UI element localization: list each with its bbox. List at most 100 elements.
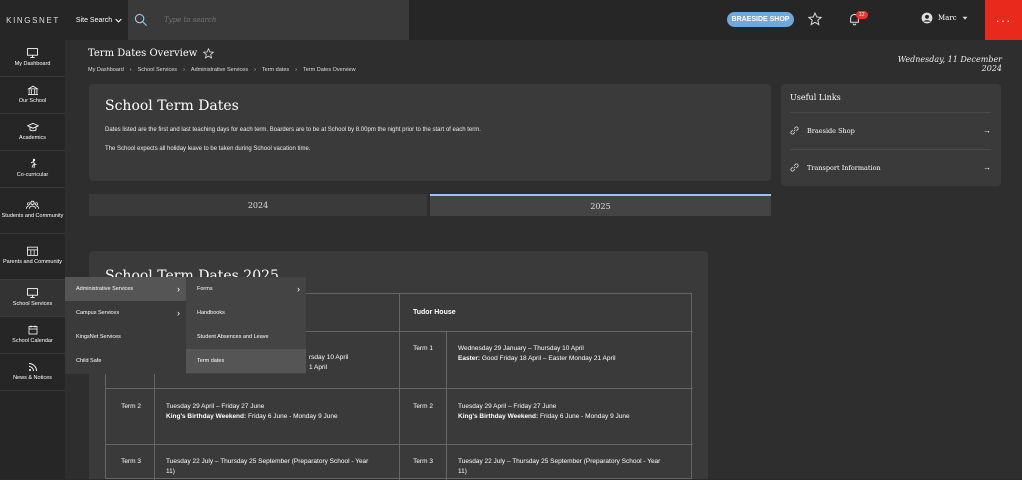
link-transport-information[interactable]: Transport Information →	[790, 149, 991, 185]
link-icon	[790, 126, 799, 135]
tab-2025[interactable]: 2025	[430, 194, 771, 216]
more-dots-icon: ···	[995, 12, 1012, 28]
menu-item-student-absences[interactable]: Student Absences and Leave	[186, 325, 306, 349]
user-menu[interactable]: Marc	[921, 12, 968, 24]
search-input[interactable]	[164, 16, 364, 24]
users-icon	[26, 201, 39, 210]
more-menu-button[interactable]: ···	[985, 0, 1022, 40]
calendar-grid-icon	[27, 247, 38, 257]
rss-icon	[28, 362, 37, 372]
table-cell-term: Term 2	[413, 403, 433, 410]
sidebar-item-school-services[interactable]: School Services	[0, 280, 65, 317]
graduation-cap-icon	[26, 122, 39, 132]
menu-item-forms[interactable]: Forms ›	[186, 277, 306, 301]
useful-links-card: Useful Links Braeside Shop → Transport I…	[781, 84, 1001, 186]
tab-2024[interactable]: 2024	[89, 194, 427, 216]
chevron-right-icon: ›	[297, 284, 300, 294]
table-cell: Tuesday 29 April – Friday 27 June King's…	[166, 403, 338, 420]
link-label: Transport Information	[807, 163, 881, 172]
running-icon	[30, 159, 37, 169]
current-date: Wednesday, 11 December 2024	[897, 55, 1002, 73]
breadcrumb-item[interactable]: Term dates	[262, 67, 289, 73]
search-bar	[128, 0, 409, 40]
site-search-dropdown[interactable]: Site Search	[66, 0, 132, 40]
chevron-right-icon: ›	[177, 308, 180, 318]
sidebar-item-label: Students and Community	[1, 213, 64, 220]
table-cell: rsday 10 April 1 April	[309, 354, 349, 371]
table-cell: Tuesday 22 July – Thursday 25 September …	[166, 458, 369, 475]
table-cell-term: Term 3	[121, 458, 141, 465]
user-name: Marc	[938, 14, 957, 22]
table-cell: Wednesday 29 January – Thursday 10 April…	[458, 345, 616, 362]
page-title-text: Term Dates Overview	[88, 48, 198, 59]
breadcrumb: My Dashboard › School Services › Administr…	[88, 67, 356, 73]
building-icon	[26, 85, 39, 95]
menu-item-administrative-services[interactable]: Administrative Services ›	[65, 277, 186, 301]
table-cell-term: Term 3	[413, 458, 433, 465]
sidebar-item-label: Co-curricular	[16, 172, 49, 179]
menu-item-campus-services[interactable]: Campus Services ›	[65, 301, 186, 325]
sidebar-item-label: Academics	[19, 134, 46, 141]
logo-text: KINGSNET	[6, 15, 60, 25]
sidebar-item-label: School Services	[12, 300, 53, 307]
logo[interactable]: KINGSNET	[0, 0, 66, 40]
arrow-right-icon: →	[983, 163, 991, 172]
table-cell: Tuesday 29 April – Friday 27 June King's…	[458, 403, 630, 420]
menu-item-handbooks[interactable]: Handbooks	[186, 301, 306, 325]
chevron-right-icon: ›	[183, 67, 185, 73]
site-search-label: Site Search	[75, 16, 113, 24]
chevron-right-icon: ›	[129, 67, 132, 73]
sidebar-item-my-dashboard[interactable]: My Dashboard	[0, 40, 65, 77]
sidebar-item-label: My Dashboard	[14, 60, 51, 67]
star-icon[interactable]	[808, 12, 822, 26]
breadcrumb-item: Term Dates Overview	[302, 67, 356, 73]
useful-links-heading: Useful Links	[790, 93, 841, 102]
chevron-right-icon: ›	[177, 284, 180, 294]
search-icon[interactable]	[134, 13, 148, 27]
menu-item-child-safe[interactable]: Child Safe	[65, 349, 186, 373]
sidebar-item-parents-and-community[interactable]: Parents and Community	[0, 234, 65, 280]
sidebar-item-label: Our School	[18, 97, 47, 104]
flyout-column-primary: Administrative Services › Campus Services…	[65, 277, 186, 374]
monitor-icon	[27, 288, 38, 298]
user-avatar-icon	[921, 12, 933, 24]
chevron-right-icon: ›	[295, 67, 297, 73]
sidebar-item-students-and-community[interactable]: Students and Community	[0, 188, 65, 234]
breadcrumb-item[interactable]: Administrative Services	[191, 67, 248, 73]
intro-paragraph: The School expects all holiday leave to …	[105, 146, 311, 152]
sidebar-item-school-calendar[interactable]: School Calendar	[0, 317, 65, 354]
calendar-icon	[28, 325, 37, 335]
school-services-flyout: Administrative Services › Campus Services…	[65, 277, 306, 374]
intro-heading: School Term Dates	[105, 98, 239, 114]
table-cell: Tuesday 22 July – Thursday 25 September …	[458, 458, 661, 475]
breadcrumb-item[interactable]: School Services	[138, 67, 177, 73]
intro-paragraph: Dates listed are the first and last teac…	[105, 127, 481, 133]
monitor-icon	[27, 48, 38, 58]
sidebar-item-co-curricular[interactable]: Co-curricular	[0, 151, 65, 188]
sidebar-item-news-notices[interactable]: News & Notices	[0, 354, 65, 391]
breadcrumb-item[interactable]: My Dashboard	[88, 67, 124, 73]
sidebar-item-our-school[interactable]: Our School	[0, 77, 65, 114]
link-braeside-shop[interactable]: Braeside Shop →	[790, 112, 991, 148]
menu-item-term-dates[interactable]: Term dates	[186, 349, 306, 373]
link-icon	[790, 163, 799, 172]
braeside-shop-button[interactable]: BRAESIDE SHOP	[727, 12, 794, 27]
sidebar-item-label: School Calendar	[12, 337, 53, 344]
sidebar-item-label: Parents and Community	[3, 259, 62, 266]
menu-item-kingsnet-services[interactable]: KingsNet Services	[65, 325, 186, 349]
sidebar: My Dashboard Our School Academics Co-cur…	[0, 40, 65, 479]
table-header-tudor-house: Tudor House	[413, 309, 456, 316]
arrow-right-icon: →	[983, 126, 991, 135]
caret-down-icon	[962, 16, 968, 20]
link-label: Braeside Shop	[807, 126, 855, 135]
table-cell-term: Term 1	[413, 345, 433, 352]
intro-card: School Term Dates Dates listed are the f…	[89, 84, 771, 181]
flyout-column-secondary: Forms › Handbooks Student Absences and Le…	[186, 277, 306, 374]
sidebar-item-label: News & Notices	[13, 374, 52, 381]
chevron-right-icon: ›	[254, 67, 256, 73]
favourite-star-icon[interactable]	[203, 48, 215, 59]
table-cell-term: Term 2	[121, 403, 141, 410]
sidebar-item-academics[interactable]: Academics	[0, 114, 65, 151]
page-title: Term Dates Overview	[88, 48, 215, 59]
notification-badge: 12	[856, 11, 868, 19]
